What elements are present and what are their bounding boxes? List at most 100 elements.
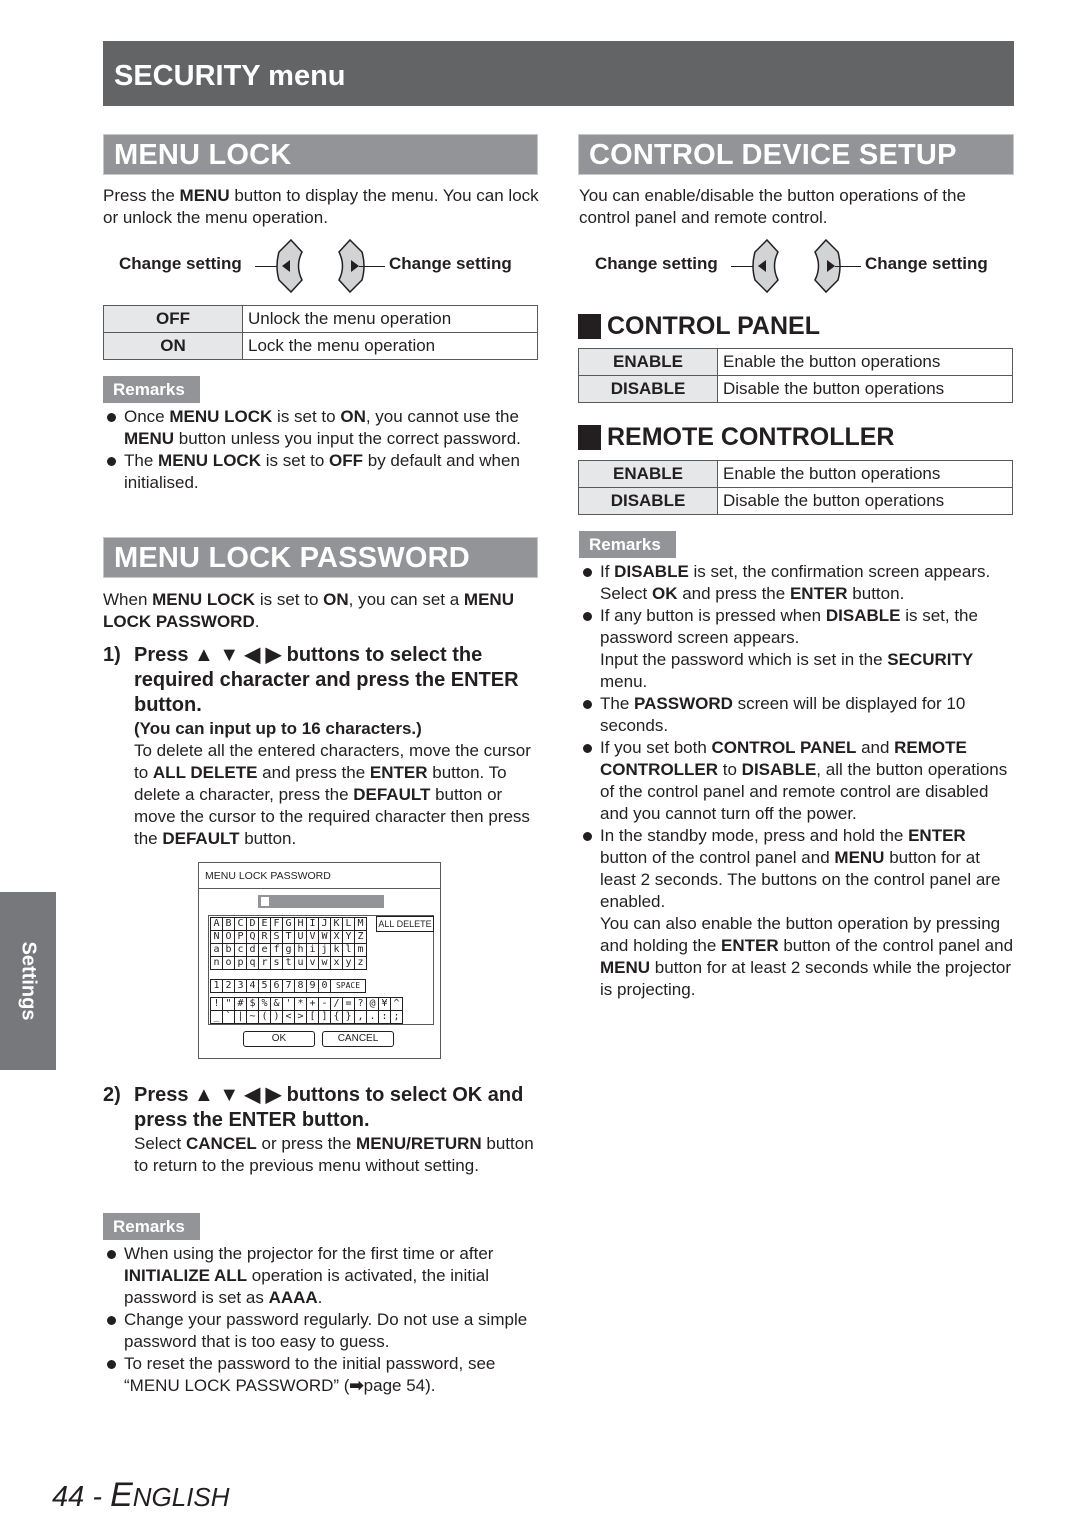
character-key[interactable]: y <box>342 956 355 970</box>
character-key[interactable]: C <box>234 917 247 931</box>
character-key[interactable]: ` <box>222 1010 235 1024</box>
character-key[interactable]: M <box>354 917 367 931</box>
character-key[interactable]: ¥ <box>378 997 391 1011</box>
all-delete-button[interactable]: ALL DELETE <box>376 916 434 932</box>
character-key[interactable]: r <box>258 956 271 970</box>
character-key[interactable]: 4 <box>246 979 259 993</box>
ok-button[interactable]: OK <box>243 1031 315 1047</box>
character-key[interactable]: s <box>270 956 283 970</box>
character-key[interactable]: 1 <box>210 979 223 993</box>
character-key[interactable]: Z <box>354 930 367 944</box>
character-key[interactable]: { <box>330 1010 343 1024</box>
character-key[interactable]: } <box>342 1010 355 1024</box>
character-key[interactable]: z <box>354 956 367 970</box>
character-key[interactable]: X <box>330 930 343 944</box>
character-key[interactable]: a <box>210 943 223 957</box>
character-key[interactable]: u <box>294 956 307 970</box>
character-key[interactable]: P <box>234 930 247 944</box>
character-key[interactable]: B <box>222 917 235 931</box>
character-key[interactable]: ? <box>354 997 367 1011</box>
character-key[interactable]: < <box>282 1010 295 1024</box>
character-key[interactable]: F <box>270 917 283 931</box>
character-key[interactable]: & <box>270 997 283 1011</box>
character-key[interactable]: t <box>282 956 295 970</box>
character-key[interactable]: = <box>342 997 355 1011</box>
character-key[interactable]: w <box>318 956 331 970</box>
cancel-button[interactable]: CANCEL <box>322 1031 394 1047</box>
character-key[interactable]: J <box>318 917 331 931</box>
character-key[interactable]: N <box>210 930 223 944</box>
character-key[interactable]: g <box>282 943 295 957</box>
character-key[interactable]: A <box>210 917 223 931</box>
character-key[interactable]: n <box>210 956 223 970</box>
space-key[interactable]: SPACE <box>330 979 366 993</box>
character-key[interactable]: f <box>270 943 283 957</box>
character-key[interactable]: K <box>330 917 343 931</box>
character-key[interactable]: 6 <box>270 979 283 993</box>
character-key[interactable]: G <box>282 917 295 931</box>
character-key[interactable]: Y <box>342 930 355 944</box>
character-key[interactable]: $ <box>246 997 259 1011</box>
character-key[interactable]: j <box>318 943 331 957</box>
character-key[interactable]: E <box>258 917 271 931</box>
password-input[interactable] <box>258 895 384 908</box>
character-key[interactable]: S <box>270 930 283 944</box>
character-key[interactable]: ; <box>390 1010 403 1024</box>
character-key[interactable]: L <box>342 917 355 931</box>
character-key[interactable]: U <box>294 930 307 944</box>
character-key[interactable]: . <box>366 1010 379 1024</box>
character-key[interactable]: / <box>330 997 343 1011</box>
character-key[interactable]: _ <box>210 1010 223 1024</box>
character-key[interactable]: o <box>222 956 235 970</box>
character-key[interactable]: ] <box>318 1010 331 1024</box>
character-key[interactable]: " <box>222 997 235 1011</box>
character-key[interactable]: 9 <box>306 979 319 993</box>
character-key[interactable]: d <box>246 943 259 957</box>
character-key[interactable]: 3 <box>234 979 247 993</box>
character-key[interactable]: H <box>294 917 307 931</box>
character-key[interactable]: ) <box>270 1010 283 1024</box>
character-key[interactable]: % <box>258 997 271 1011</box>
character-key[interactable]: : <box>378 1010 391 1024</box>
character-key[interactable]: m <box>354 943 367 957</box>
character-key[interactable]: 2 <box>222 979 235 993</box>
character-key[interactable]: c <box>234 943 247 957</box>
character-key[interactable]: > <box>294 1010 307 1024</box>
character-key[interactable]: l <box>342 943 355 957</box>
character-key[interactable]: k <box>330 943 343 957</box>
character-key[interactable]: - <box>318 997 331 1011</box>
character-key[interactable]: v <box>306 956 319 970</box>
character-key[interactable]: 0 <box>318 979 331 993</box>
character-key[interactable]: + <box>306 997 319 1011</box>
character-key[interactable]: Q <box>246 930 259 944</box>
character-key[interactable]: x <box>330 956 343 970</box>
character-key[interactable]: W <box>318 930 331 944</box>
character-key[interactable]: # <box>234 997 247 1011</box>
character-key[interactable]: 7 <box>282 979 295 993</box>
character-key[interactable]: i <box>306 943 319 957</box>
character-key[interactable]: [ <box>306 1010 319 1024</box>
character-key[interactable]: I <box>306 917 319 931</box>
character-key[interactable]: p <box>234 956 247 970</box>
character-key[interactable]: | <box>234 1010 247 1024</box>
character-key[interactable]: ^ <box>390 997 403 1011</box>
character-key[interactable]: T <box>282 930 295 944</box>
character-key[interactable]: 5 <box>258 979 271 993</box>
character-key[interactable]: V <box>306 930 319 944</box>
character-key[interactable]: h <box>294 943 307 957</box>
character-key[interactable]: ~ <box>246 1010 259 1024</box>
character-key[interactable]: @ <box>366 997 379 1011</box>
character-key[interactable]: O <box>222 930 235 944</box>
character-key[interactable]: 8 <box>294 979 307 993</box>
character-key[interactable]: b <box>222 943 235 957</box>
character-key[interactable]: ! <box>210 997 223 1011</box>
character-key[interactable]: R <box>258 930 271 944</box>
character-key[interactable]: D <box>246 917 259 931</box>
character-key[interactable]: * <box>294 997 307 1011</box>
character-key[interactable]: ' <box>282 997 295 1011</box>
bold-term: MENU LOCK <box>169 407 273 426</box>
character-key[interactable]: , <box>354 1010 367 1024</box>
character-key[interactable]: e <box>258 943 271 957</box>
character-key[interactable]: ( <box>258 1010 271 1024</box>
character-key[interactable]: q <box>246 956 259 970</box>
